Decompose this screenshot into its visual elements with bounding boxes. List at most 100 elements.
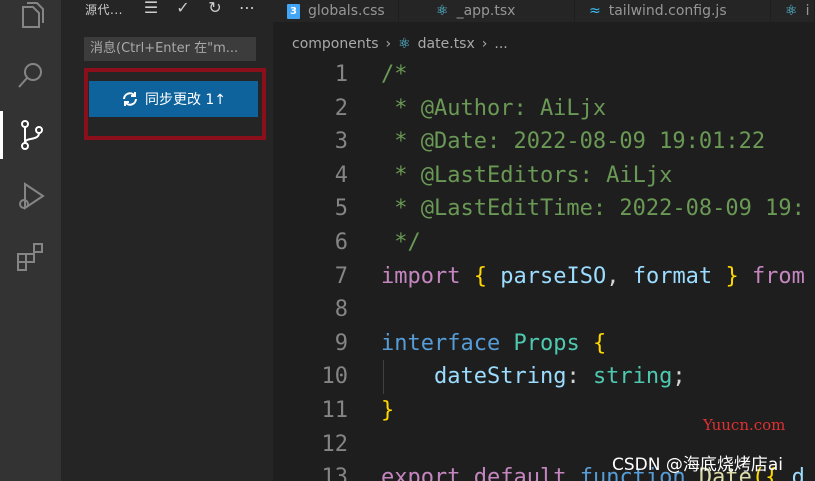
code-text: interface Props { — [381, 327, 606, 361]
code-token: * @LastEditTime: 2022-08-09 19: — [381, 196, 805, 222]
refresh-icon[interactable]: ↻ — [203, 0, 227, 18]
code-token: { — [592, 330, 607, 356]
code-token: { — [473, 263, 487, 289]
code-token: * @Author: AiLjx — [381, 95, 607, 121]
sync-button-label: 同步更改 1↑ — [144, 92, 227, 108]
check-icon[interactable]: ✓ — [171, 0, 195, 18]
run-debug-icon[interactable] — [0, 172, 61, 220]
code-text: dateString: string; — [381, 360, 686, 394]
code-token: dateString — [433, 364, 567, 390]
commit-message-input[interactable]: 消息(Ctrl+Enter 在"m... — [84, 37, 256, 61]
tab-tailwind-config[interactable]: ≈ tailwind.config.js — [575, 0, 771, 22]
code-line[interactable]: 2 * @Author: AiLjx — [273, 92, 815, 126]
list-icon[interactable]: ☰ — [139, 0, 163, 18]
line-number: 10 — [321, 364, 349, 390]
line-number: 8 — [334, 297, 348, 323]
react-icon: ⚛ — [785, 3, 798, 19]
tab-label: tailwind.config.js — [608, 3, 727, 19]
code-token: default — [473, 465, 567, 481]
react-icon: ⚛ — [436, 3, 449, 19]
code-token: export — [381, 465, 461, 481]
tab-label: globals.css — [308, 3, 385, 19]
source-control-icon[interactable] — [0, 111, 61, 159]
code-text: */ — [381, 226, 421, 260]
sidebar-actions: ☰ ✓ ↻ ⋯ — [139, 0, 259, 18]
more-icon[interactable]: ⋯ — [235, 0, 259, 18]
code-token: } — [725, 263, 739, 289]
editor-tabs: 3 globals.css ⚛ _app.tsx ≈ tailwind.conf… — [273, 0, 815, 22]
tab-label: _app.tsx — [456, 3, 516, 19]
code-text: import { parseISO, format } from — [381, 260, 805, 294]
code-token: } — [381, 398, 395, 423]
code-token: interface — [381, 330, 501, 356]
code-text: * @Date: 2022-08-09 19:01:22 — [381, 125, 765, 159]
tab-next[interactable]: ⚛ i — [771, 0, 815, 22]
code-token: ; — [672, 364, 686, 390]
line-number: 4 — [334, 162, 348, 188]
sidebar-header: 源代... ☰ ✓ ↻ ⋯ — [61, 0, 273, 18]
tab-label: i — [805, 3, 810, 19]
react-icon: ⚛ — [398, 36, 411, 52]
tab-globals-css[interactable]: 3 globals.css — [273, 0, 399, 22]
code-line[interactable]: 1 /* — [273, 60, 815, 92]
code-text: * @LastEditors: AiLjx — [381, 159, 672, 193]
code-token: : — [566, 364, 593, 390]
code-text: * @Author: AiLjx — [381, 92, 606, 126]
explorer-icon[interactable] — [0, 0, 61, 40]
line-number: 11 — [321, 398, 349, 423]
breadcrumb-separator: › — [385, 36, 392, 52]
line-number: 6 — [334, 230, 348, 255]
code-line[interactable]: 6 */ — [273, 226, 815, 260]
line-number: 7 — [334, 263, 348, 289]
tailwind-icon: ≈ — [589, 3, 601, 19]
sync-changes-button[interactable]: 同步更改 1↑ — [89, 81, 258, 117]
search-icon[interactable] — [0, 51, 61, 99]
line-number: 12 — [321, 431, 349, 457]
code-token: * @Date: 2022-08-09 19:01:22 — [381, 129, 766, 155]
code-line[interactable]: 3 * @Date: 2022-08-09 19:01:22 — [273, 125, 815, 159]
line-number: 5 — [334, 196, 348, 222]
code-token: parseISO — [500, 263, 607, 289]
code-token: import — [381, 263, 461, 289]
breadcrumb-file[interactable]: date.tsx — [418, 36, 475, 52]
code-line[interactable]: 9 interface Props { — [273, 327, 815, 361]
breadcrumb-folder[interactable]: components — [292, 36, 379, 52]
line-number: 2 — [334, 95, 348, 121]
breadcrumb-tail[interactable]: ... — [494, 36, 507, 52]
code-token: string — [592, 364, 673, 390]
code-line[interactable]: 10 dateString: string; — [273, 360, 815, 395]
code-line[interactable]: 7 import { parseISO, format } from — [273, 260, 815, 294]
line-number: 1 — [334, 62, 348, 87]
code-token: Props — [513, 330, 580, 356]
activity-bar — [0, 0, 61, 481]
line-number: 9 — [334, 330, 348, 356]
code-token: /* — [381, 62, 408, 87]
code-text: /* — [381, 60, 408, 92]
sidebar-title: 源代... — [85, 2, 123, 17]
code-token: format — [632, 263, 713, 289]
breadcrumb-separator: › — [481, 36, 488, 52]
css-icon: 3 — [287, 3, 300, 19]
breadcrumb: components › ⚛ date.tsx › ... — [292, 34, 508, 54]
site-watermark: Yuucn.com — [703, 416, 786, 434]
code-token: , — [606, 263, 633, 289]
code-text: * @LastEditTime: 2022-08-09 19: — [381, 192, 805, 226]
code-text: } — [381, 394, 394, 428]
code-token: */ — [381, 230, 421, 255]
extensions-icon[interactable] — [0, 232, 61, 280]
sync-icon — [122, 92, 137, 106]
code-line[interactable]: 5 * @LastEditTime: 2022-08-09 19: — [273, 192, 815, 226]
code-line[interactable]: 4 * @LastEditors: AiLjx — [273, 159, 815, 193]
code-line[interactable]: 8 — [273, 293, 815, 327]
line-number: 13 — [321, 465, 349, 481]
tab-app-tsx[interactable]: ⚛ _app.tsx — [399, 0, 575, 22]
